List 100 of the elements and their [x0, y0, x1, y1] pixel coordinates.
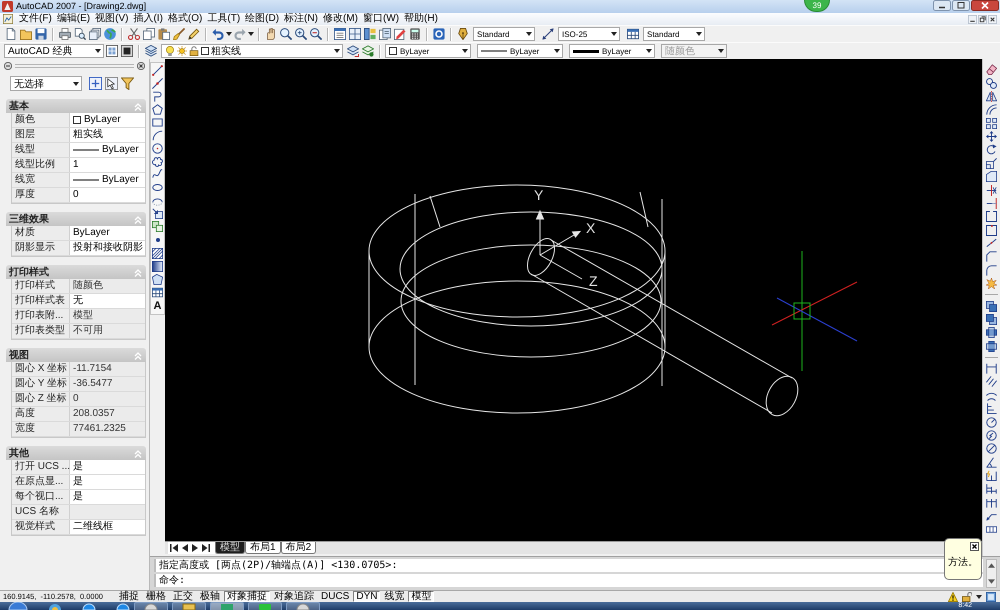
ordinate-dimension-icon[interactable]: [986, 403, 997, 414]
marked-page-icon[interactable]: [394, 28, 406, 40]
overlapping-circles-icon[interactable]: [986, 78, 997, 89]
caret-icon[interactable]: [248, 32, 254, 36]
status-toggle[interactable]: 极轴: [197, 591, 223, 602]
undo-icon[interactable]: [212, 28, 224, 40]
taskbar-button[interactable]: [286, 602, 320, 610]
table-icon[interactable]: [152, 287, 163, 298]
copy-icon[interactable]: [143, 28, 155, 40]
linetype-dropdown[interactable]: ByLayer: [477, 44, 563, 58]
section-header[interactable]: 视图: [6, 348, 146, 362]
workspace-dropdown[interactable]: AutoCAD 经典: [4, 44, 104, 58]
rectangle-icon[interactable]: [152, 117, 163, 128]
layers-arrow-icon[interactable]: [347, 45, 359, 57]
property-field[interactable]: ByLayer: [70, 113, 145, 127]
caret-icon[interactable]: [226, 32, 232, 36]
taskbar-app-icon[interactable]: [82, 603, 96, 610]
pentagon-icon[interactable]: [152, 104, 163, 115]
parallel-arcs-icon[interactable]: [986, 104, 997, 116]
quick-dimension-icon[interactable]: [986, 470, 997, 482]
chamfer-icon[interactable]: [986, 251, 997, 262]
status-toggle[interactable]: 模型: [408, 591, 434, 602]
tolerance-frame-icon[interactable]: [986, 524, 997, 535]
layers-icon[interactable]: [145, 45, 157, 57]
grid-icon[interactable]: [349, 28, 361, 40]
status-toggle[interactable]: DUCS: [318, 591, 352, 602]
paintbrush-icon[interactable]: [173, 28, 185, 40]
taskbar-app-icon[interactable]: [48, 603, 62, 610]
curve-icon[interactable]: [152, 169, 163, 180]
command-line-field[interactable]: 命令:: [154, 574, 983, 587]
property-field[interactable]: 投射和接收阴影: [70, 241, 145, 255]
close-icon[interactable]: [971, 0, 999, 11]
table-icon[interactable]: [627, 28, 639, 40]
clipboard-icon[interactable]: [158, 28, 170, 40]
layout-tab[interactable]: 模型: [215, 542, 245, 554]
array-grid-icon[interactable]: [986, 118, 997, 129]
sheets-icon[interactable]: [379, 28, 391, 40]
rotate-icon[interactable]: [986, 144, 997, 156]
color-dropdown[interactable]: ByLayer: [385, 44, 471, 58]
globe-icon[interactable]: [104, 28, 116, 40]
drawing-canvas[interactable]: Y X Z: [165, 59, 982, 541]
menu-item[interactable]: 文件(F): [17, 13, 54, 25]
ellipse-icon[interactable]: [152, 182, 163, 193]
diameter-dimension-icon[interactable]: [986, 443, 997, 454]
property-field[interactable]: ByLayer: [70, 143, 145, 157]
taskbar-button[interactable]: [248, 602, 282, 610]
menu-item[interactable]: 帮助(H): [402, 13, 440, 25]
property-field[interactable]: 1: [70, 158, 145, 172]
crossed-bars-icon[interactable]: [986, 340, 997, 352]
layout-tab[interactable]: 布局1: [245, 542, 281, 554]
scissors-icon[interactable]: [128, 28, 140, 40]
calculator-icon[interactable]: [409, 28, 421, 40]
taskbar-app-icon[interactable]: [116, 603, 130, 610]
minimize-icon[interactable]: [933, 0, 951, 11]
eraser-icon[interactable]: [986, 64, 997, 76]
table-style-dropdown[interactable]: Standard: [643, 27, 705, 41]
hatch-icon[interactable]: [152, 248, 163, 259]
break-icon[interactable]: [986, 211, 997, 222]
property-field[interactable]: 0: [70, 188, 145, 202]
explode-icon[interactable]: [986, 278, 997, 290]
property-field[interactable]: ByLayer: [70, 173, 145, 187]
menu-item[interactable]: 插入(I): [131, 13, 165, 25]
arc-icon[interactable]: [152, 130, 163, 141]
menu-item[interactable]: 视图(V): [93, 13, 130, 25]
property-field[interactable]: 是: [70, 475, 145, 489]
text-style-dropdown[interactable]: Standard: [473, 27, 535, 41]
status-toggle[interactable]: 线宽: [381, 591, 408, 602]
menu-item[interactable]: 修改(M): [320, 13, 360, 25]
point-icon[interactable]: [156, 238, 160, 242]
next-arrow-icon[interactable]: [192, 544, 198, 552]
stacked-squares-icon[interactable]: [986, 314, 997, 325]
printer-icon[interactable]: [59, 28, 71, 40]
menu-item[interactable]: 窗口(W): [360, 13, 402, 25]
radius-dimension-icon[interactable]: [986, 416, 997, 428]
trim-icon[interactable]: [986, 184, 997, 196]
gradient-icon[interactable]: [152, 261, 163, 272]
status-toggle[interactable]: DYN: [353, 591, 380, 602]
warning-icon[interactable]: [948, 592, 958, 602]
aligned-dimension-icon[interactable]: [986, 376, 997, 388]
continue-dimension-icon[interactable]: [986, 496, 997, 508]
property-field[interactable]: 二维线框: [70, 520, 145, 534]
padlock-icon[interactable]: [962, 592, 972, 602]
status-toggle[interactable]: 捕捉: [116, 591, 142, 602]
move-arrows-icon[interactable]: [986, 131, 997, 142]
break-at-point-icon[interactable]: [986, 224, 997, 236]
property-field[interactable]: 无: [70, 294, 145, 308]
lineweight-dropdown[interactable]: ByLayer: [569, 44, 655, 58]
pencil-icon[interactable]: [188, 28, 200, 40]
mirror-icon[interactable]: [986, 90, 997, 102]
window-icon[interactable]: [986, 592, 996, 602]
fillet-icon[interactable]: [986, 264, 997, 276]
caret-icon[interactable]: [976, 594, 982, 598]
status-toggle[interactable]: 对象捕捉: [224, 591, 270, 602]
window-icon[interactable]: [121, 45, 133, 57]
minimize-icon[interactable]: [968, 14, 977, 24]
last-arrow-icon[interactable]: [202, 544, 210, 552]
menu-item[interactable]: 格式(O): [166, 13, 204, 25]
cursor-arrow-icon[interactable]: [105, 77, 118, 90]
dimension-style-dropdown[interactable]: ISO-25: [558, 27, 620, 41]
jogged-radius-icon[interactable]: [986, 430, 997, 441]
